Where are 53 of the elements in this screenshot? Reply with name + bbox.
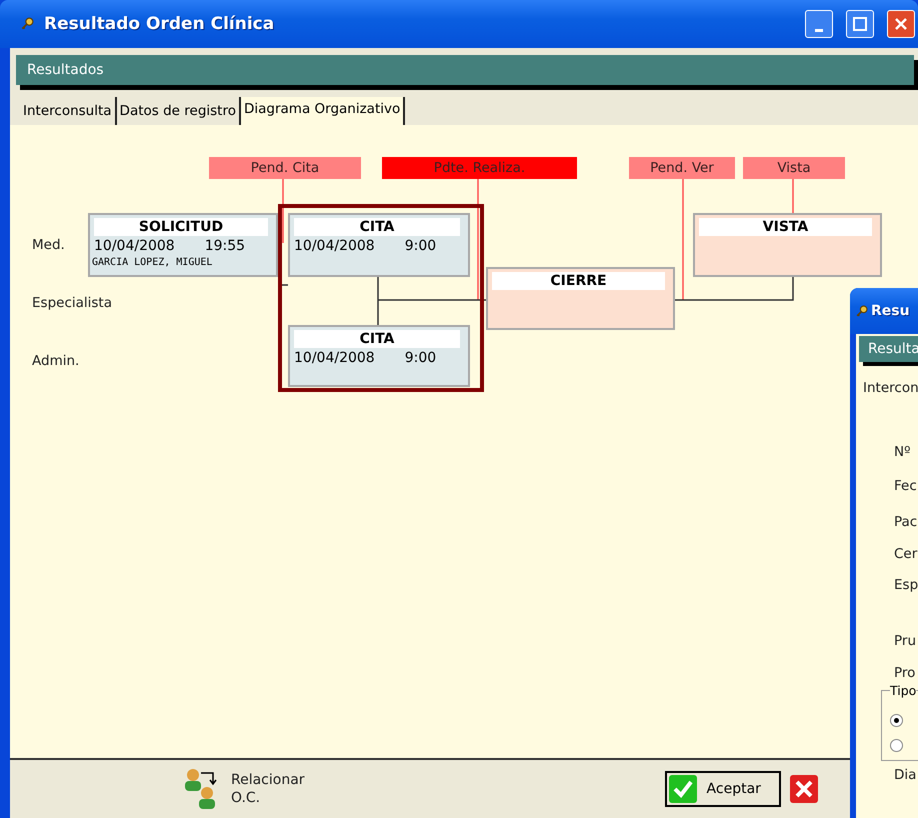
node-title: VISTA <box>699 218 872 236</box>
diagram-node[interactable]: CIERRE <box>486 267 675 330</box>
field-label: Pro <box>894 665 916 681</box>
radio-button[interactable] <box>890 739 903 752</box>
status-label: Pend. Cita <box>209 157 361 179</box>
tab[interactable]: Intercon <box>863 380 918 396</box>
tab[interactable]: Diagrama Organizativo <box>240 97 406 125</box>
window-title: Resultado Orden Clínica <box>44 14 276 34</box>
status-label: Vista <box>743 157 845 179</box>
section-header: Resultados <box>16 55 914 85</box>
node-title: SOLICITUD <box>94 218 268 236</box>
node-title: CITA <box>294 330 460 348</box>
field-label: Cer <box>894 546 918 562</box>
radio-button[interactable] <box>890 714 903 727</box>
diagram-node[interactable]: CITA 10/04/2008 9:00 <box>288 325 470 387</box>
cancel-button[interactable] <box>790 775 818 803</box>
diagram-node[interactable]: SOLICITUD 10/04/2008 19:55 GARCIA LOPEZ, MIGUEL <box>88 213 278 277</box>
node-date: 10/04/2008 <box>294 350 375 366</box>
field-label: Pac <box>894 514 918 530</box>
window-title: Resu <box>871 303 910 319</box>
minimize-button[interactable] <box>805 10 833 38</box>
row-label: Med. <box>32 237 65 253</box>
row-label: Admin. <box>32 353 80 369</box>
node-title: CIERRE <box>492 272 665 290</box>
node-title: CITA <box>294 218 460 236</box>
accept-button[interactable]: Aceptar <box>664 771 781 807</box>
status-label: Pdte. Realiza. <box>382 157 577 179</box>
node-time: 19:55 <box>204 238 246 254</box>
minimize-icon <box>815 28 823 32</box>
maximize-icon <box>853 17 867 31</box>
checkmark-icon <box>668 775 697 803</box>
maximize-button[interactable] <box>846 10 874 38</box>
field-label: Dia <box>894 767 918 783</box>
node-date: 10/04/2008 <box>94 238 175 254</box>
diagram-node[interactable]: VISTA <box>693 213 882 277</box>
close-icon <box>790 775 818 803</box>
diagram-node[interactable]: CITA 10/04/2008 9:00 <box>288 213 470 277</box>
close-button[interactable] <box>887 10 915 38</box>
group-title: Tipo <box>890 683 916 698</box>
node-time: 9:00 <box>404 350 436 366</box>
node-person: GARCIA LOPEZ, MIGUEL <box>91 256 214 268</box>
relate-button[interactable]: Relacionar O.C. <box>183 767 305 811</box>
field-label: Nº <box>894 444 912 460</box>
status-label: Pend. Ver <box>629 157 735 179</box>
node-time: 9:00 <box>404 238 436 254</box>
field-label: Esp <box>894 577 918 593</box>
node-date: 10/04/2008 <box>294 238 375 254</box>
close-icon <box>894 17 908 31</box>
key-icon <box>20 17 34 31</box>
row-label: Especialista <box>32 295 112 311</box>
key-icon <box>855 304 868 318</box>
field-label: Fec <box>894 478 918 494</box>
field-label: Pru <box>894 633 918 649</box>
